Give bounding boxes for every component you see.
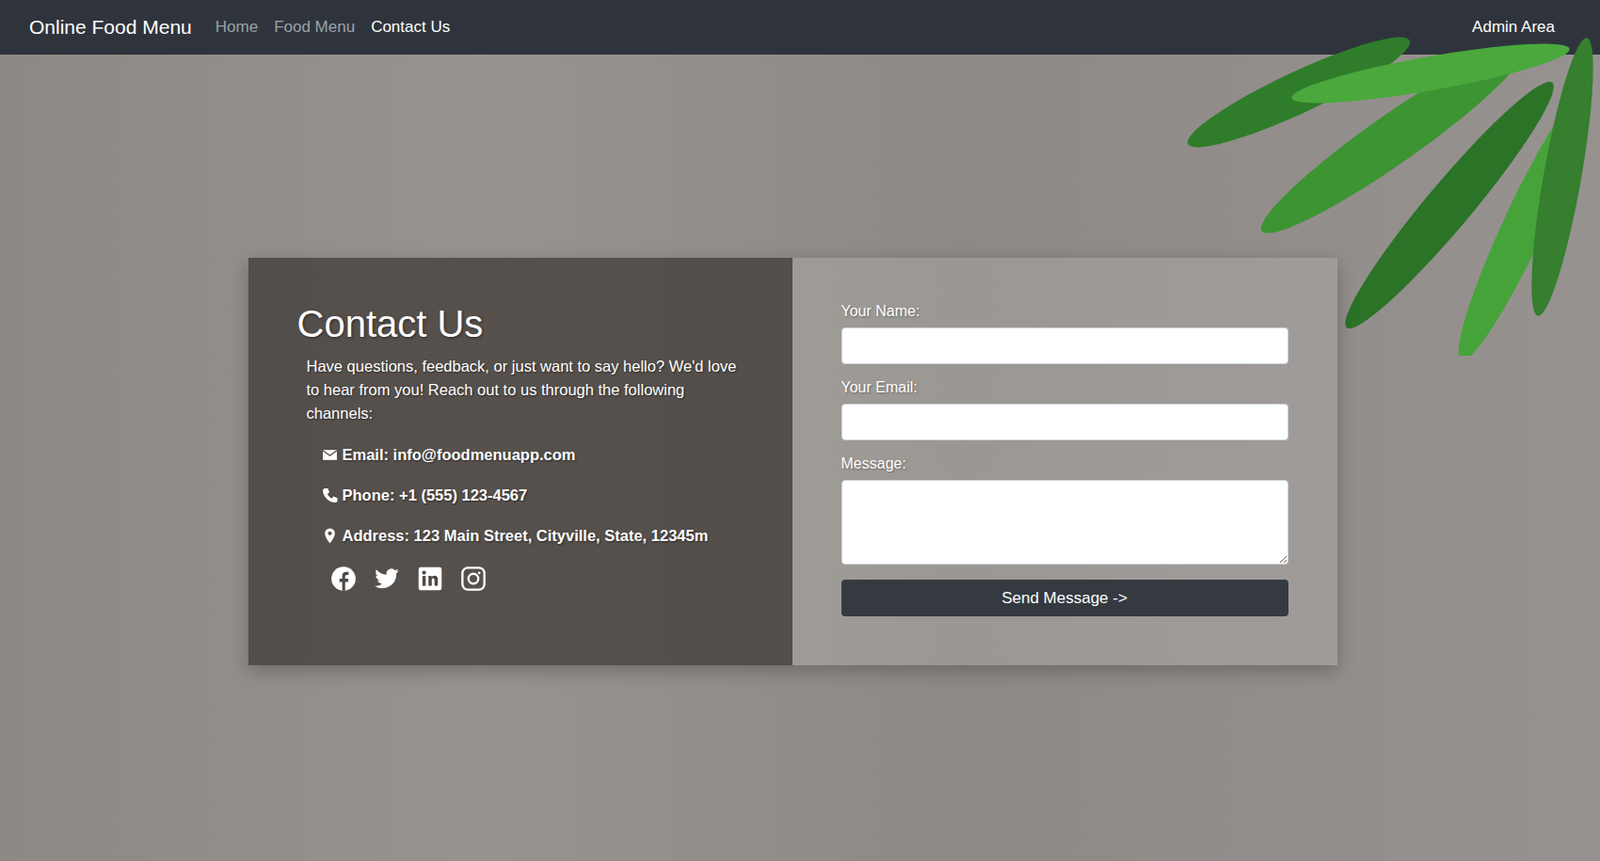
text-input[interactable] bbox=[841, 403, 1289, 441]
contact-intro: Have questions, feedback, or just want t… bbox=[306, 354, 744, 426]
nav-link[interactable]: Home bbox=[215, 17, 258, 37]
phone-icon bbox=[321, 487, 338, 504]
form-field: Your Email: bbox=[841, 379, 1289, 441]
envelope-icon bbox=[321, 447, 338, 464]
contact-item: Email: info@foodmenuapp.com bbox=[321, 446, 744, 464]
field-label: Your Email: bbox=[841, 379, 1289, 397]
field-label: Your Name: bbox=[841, 303, 1289, 320]
brand-link[interactable]: Online Food Menu bbox=[29, 16, 192, 39]
instagram-icon[interactable] bbox=[460, 565, 487, 592]
nav-link[interactable]: Food Menu bbox=[273, 17, 355, 37]
social-links bbox=[297, 565, 744, 592]
map-marker-icon bbox=[321, 528, 338, 544]
twitter-icon[interactable] bbox=[373, 565, 400, 592]
form-field: Message: bbox=[841, 455, 1289, 565]
field-label: Message: bbox=[841, 455, 1289, 473]
contact-form: Your Name: Your Email: Message: Send Messag… bbox=[792, 257, 1338, 666]
linkedin-icon[interactable] bbox=[416, 565, 444, 592]
contact-item: Address: 123 Main Street, Cityville, Sta… bbox=[321, 527, 744, 545]
send-button[interactable]: Send Message -> bbox=[841, 579, 1289, 617]
nav-link[interactable]: Contact Us bbox=[370, 17, 450, 37]
contact-title: Contact Us bbox=[297, 303, 744, 346]
form-field: Your Name: bbox=[841, 303, 1289, 365]
page: Online Food Menu Home Food Menu Contact Us A… bbox=[0, 0, 1600, 861]
text-input[interactable] bbox=[841, 327, 1289, 365]
contact-card: Contact Us Have questions, feedback, or j… bbox=[248, 257, 1338, 666]
contact-item: Phone: +1 (555) 123-4567 bbox=[321, 486, 744, 505]
admin-link[interactable]: Admin Area bbox=[1472, 17, 1555, 37]
message-textarea[interactable] bbox=[841, 480, 1289, 565]
facebook-icon[interactable] bbox=[330, 565, 357, 592]
background: Contact Us Have questions, feedback, or j… bbox=[0, 54, 1600, 861]
contact-info-panel: Contact Us Have questions, feedback, or j… bbox=[248, 257, 793, 666]
